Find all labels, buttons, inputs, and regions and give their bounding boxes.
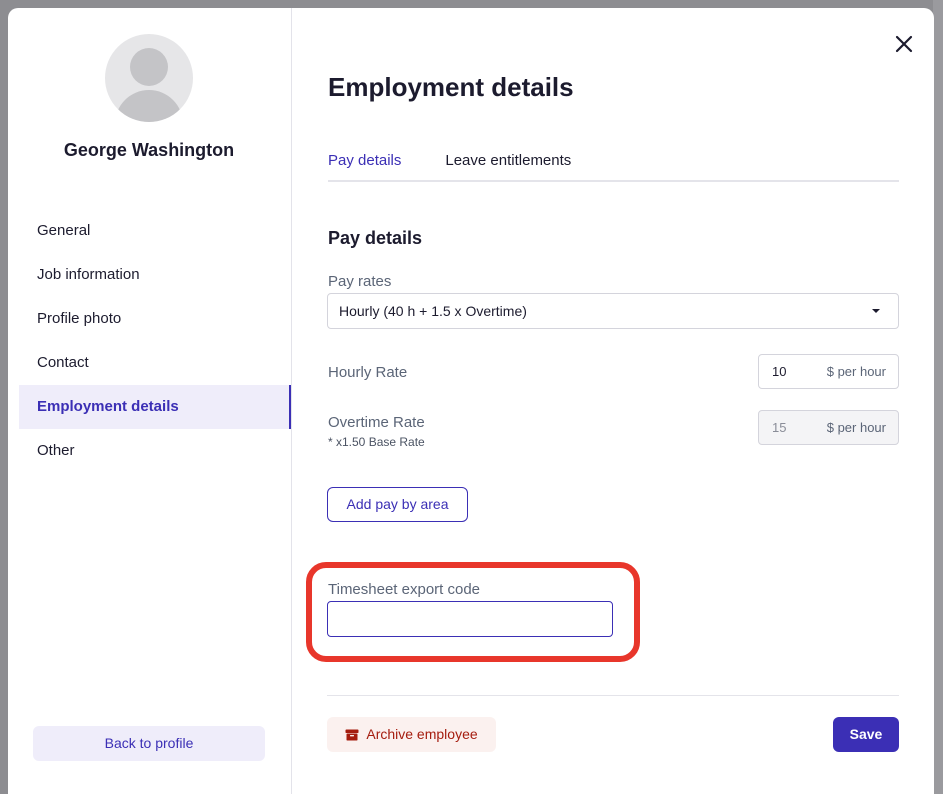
hourly-rate-value: 10 [772, 364, 787, 379]
sidebar-nav: General Job information Profile photo Co… [19, 209, 291, 473]
sidebar-item-employment-details[interactable]: Employment details [19, 385, 291, 429]
archive-employee-label: Archive employee [366, 726, 478, 742]
sidebar-item-contact[interactable]: Contact [19, 341, 291, 385]
sidebar: George Washington General Job informatio… [8, 8, 292, 794]
save-button[interactable]: Save [833, 717, 899, 752]
avatar-placeholder-icon [130, 48, 168, 86]
tab-bar: Pay details Leave entitlements [328, 152, 899, 182]
add-pay-by-area-button[interactable]: Add pay by area [327, 487, 468, 522]
tab-pay-details[interactable]: Pay details [328, 152, 401, 180]
archive-box-icon [345, 729, 359, 740]
back-to-profile-button[interactable]: Back to profile [33, 726, 265, 761]
overtime-rate-value: 15 [772, 420, 787, 435]
section-title: Pay details [328, 228, 423, 248]
tab-leave-entitlements[interactable]: Leave entitlements [445, 152, 571, 180]
close-button[interactable] [894, 34, 914, 54]
hourly-rate-unit: $ per hour [826, 364, 886, 379]
overtime-rate-note: * x1.50 Base Rate [328, 435, 425, 449]
sidebar-item-job-information[interactable]: Job information [19, 253, 291, 297]
employment-details-modal: George Washington General Job informatio… [8, 8, 934, 794]
overtime-rate-input: 15 $ per hour [758, 410, 899, 445]
sidebar-item-general[interactable]: General [19, 209, 291, 253]
backdrop [933, 0, 943, 794]
hourly-rate-input[interactable]: 10 $ per hour [758, 354, 899, 389]
pay-rates-value: Hourly (40 h + 1.5 x Overtime) [339, 303, 527, 319]
caret-down-icon [872, 309, 880, 313]
sidebar-item-other[interactable]: Other [19, 429, 291, 473]
pay-rates-label: Pay rates [328, 273, 392, 290]
pay-rates-select[interactable]: Hourly (40 h + 1.5 x Overtime) [327, 293, 899, 329]
footer-divider [327, 695, 899, 696]
sidebar-item-profile-photo[interactable]: Profile photo [19, 297, 291, 341]
archive-employee-button[interactable]: Archive employee [327, 717, 496, 752]
close-icon [895, 35, 913, 53]
hourly-rate-label: Hourly Rate [328, 364, 408, 381]
page-title: Employment details [328, 72, 574, 102]
timesheet-export-code-input[interactable] [327, 601, 613, 637]
overtime-rate-label: Overtime Rate [328, 414, 425, 431]
main-panel: Employment details Pay details Leave ent… [292, 8, 934, 794]
avatar [105, 34, 193, 122]
timesheet-export-code-label: Timesheet export code [328, 581, 481, 598]
profile-name: George Washington [63, 140, 235, 160]
overtime-rate-unit: $ per hour [826, 420, 886, 435]
